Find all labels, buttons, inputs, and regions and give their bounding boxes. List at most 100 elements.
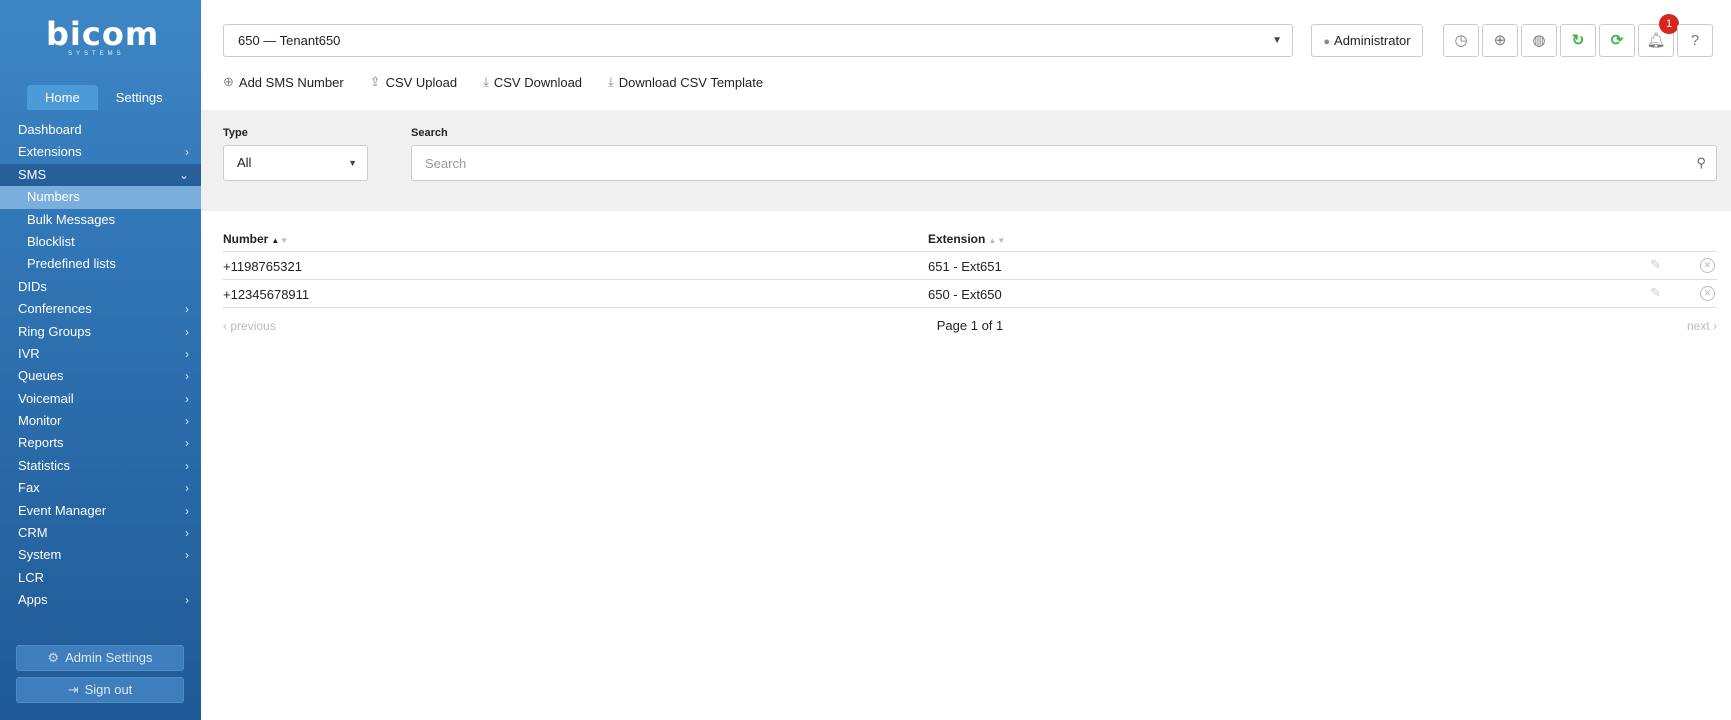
tab-home[interactable]: Home: [27, 85, 98, 110]
chevron-right-icon: ›: [185, 302, 189, 317]
help-icon[interactable]: ?: [1677, 24, 1713, 57]
sidebar-item-dashboard[interactable]: Dashboard: [0, 119, 201, 141]
sign-out-label: Sign out: [84, 682, 133, 697]
user-menu-button[interactable]: ● Administrator: [1311, 24, 1423, 57]
pagination: ‹ previous Page 1 of 1 next ›: [223, 316, 1717, 336]
chevron-right-icon: ›: [185, 481, 189, 496]
edit-icon[interactable]: ✎: [1650, 257, 1661, 273]
sidebar-item-label: Apps: [18, 592, 48, 608]
caret-down-icon: ▼: [348, 158, 357, 168]
user-icon: ●: [1323, 36, 1331, 48]
refresh-icon[interactable]: ↻: [1560, 24, 1596, 57]
add-sms-number-label: Add SMS Number: [238, 74, 344, 90]
sidebar-item-ring-groups[interactable]: Ring Groups ›: [0, 321, 201, 343]
type-select[interactable]: All ▼: [223, 145, 368, 181]
table-header: Number ▲▼ Extension ▲▼: [223, 228, 1717, 252]
chevron-right-icon: ›: [185, 503, 189, 518]
number-cell: +12345678911: [223, 287, 310, 302]
sidebar-item-fax[interactable]: Fax ›: [0, 477, 201, 499]
sidebar-item-numbers[interactable]: Numbers: [0, 186, 201, 209]
sidebar-item-label: Extensions: [18, 144, 82, 160]
sidebar-item-voicemail[interactable]: Voicemail ›: [0, 388, 201, 410]
tab-settings[interactable]: Settings: [98, 85, 181, 110]
column-header-number[interactable]: Number ▲▼: [223, 232, 289, 246]
globe-icon[interactable]: ◍: [1521, 24, 1557, 57]
sidebar-item-label: Fax: [18, 480, 40, 496]
sidebar: bicom SYSTEMS Home Settings Dashboard Ex…: [0, 0, 201, 720]
filter-panel: Type Search All ▼ ⚲: [201, 110, 1731, 211]
column-header-label: Number: [223, 232, 269, 246]
sidebar-item-label: IVR: [18, 345, 40, 361]
sidebar-item-monitor[interactable]: Monitor ›: [0, 410, 201, 432]
sidebar-item-lcr[interactable]: LCR: [0, 567, 201, 589]
main-content: 650 — Tenant650 ▼ ● Administrator ◷ ⊕ ◍ ↻…: [201, 0, 1731, 720]
chevron-right-icon: ›: [185, 369, 189, 384]
sidebar-item-label: Numbers: [27, 189, 80, 205]
extension-cell: 650 - Ext650: [928, 287, 1002, 302]
sign-out-button[interactable]: ⇥ Sign out: [16, 677, 184, 703]
sidebar-item-label: Statistics: [18, 457, 71, 473]
sidebar-item-dids[interactable]: DIDs: [0, 276, 201, 298]
sync-icon[interactable]: ⟳: [1599, 24, 1635, 57]
sidebar-item-event-manager[interactable]: Event Manager ›: [0, 500, 201, 522]
sidebar-item-extensions[interactable]: Extensions ›: [0, 141, 201, 163]
sidebar-item-ivr[interactable]: IVR ›: [0, 343, 201, 365]
sidebar-item-queues[interactable]: Queues ›: [0, 365, 201, 387]
sidebar-item-system[interactable]: System ›: [0, 544, 201, 566]
chevron-right-icon: ›: [185, 324, 189, 339]
lifebuoy-icon[interactable]: ⊕: [1482, 24, 1518, 57]
search-icon[interactable]: ⚲: [1696, 155, 1706, 171]
sidebar-item-conferences[interactable]: Conferences ›: [0, 298, 201, 320]
bicom-logo[interactable]: bicom SYSTEMS: [46, 15, 160, 60]
sidebar-item-predefined-lists[interactable]: Predefined lists: [0, 253, 201, 275]
search-input[interactable]: [412, 146, 1651, 180]
next-page-link[interactable]: next ›: [1687, 319, 1717, 333]
gears-icon: ⚙: [47, 650, 60, 665]
sidebar-item-crm[interactable]: CRM ›: [0, 522, 201, 544]
tenant-select[interactable]: 650 — Tenant650 ▼: [223, 24, 1293, 57]
chevron-right-icon: ›: [185, 436, 189, 451]
add-sms-number-button[interactable]: ⊕ Add SMS Number: [223, 74, 344, 90]
table-row[interactable]: +1198765321 651 - Ext651 ✎ ✕: [223, 252, 1717, 280]
chevron-right-icon: ›: [185, 391, 189, 406]
csv-upload-button[interactable]: ⇪ CSV Upload: [370, 74, 457, 90]
sidebar-item-reports[interactable]: Reports ›: [0, 432, 201, 454]
sidebar-item-apps[interactable]: Apps ›: [0, 589, 201, 611]
sidebar-item-sms[interactable]: SMS ⌄: [0, 163, 201, 187]
sidebar-item-label: System: [18, 547, 62, 563]
sign-out-icon: ⇥: [67, 682, 79, 697]
chevron-right-icon: ›: [185, 346, 189, 361]
chevron-right-icon: ›: [185, 458, 189, 473]
sidebar-item-bulk-messages[interactable]: Bulk Messages: [0, 209, 201, 231]
search-label: Search: [411, 127, 448, 139]
delete-icon[interactable]: ✕: [1700, 258, 1715, 273]
column-header-extension[interactable]: Extension ▲▼: [928, 232, 1006, 246]
plus-circle-icon: ⊕: [223, 74, 234, 89]
sidebar-tabs: Home Settings: [27, 85, 181, 110]
tenant-select-value: 650 — Tenant650: [238, 33, 341, 48]
sidebar-item-label: Queues: [18, 368, 64, 384]
chevron-right-icon: ›: [185, 526, 189, 541]
user-name: Administrator: [1334, 33, 1411, 48]
edit-icon[interactable]: ✎: [1650, 285, 1661, 301]
admin-settings-button[interactable]: ⚙ Admin Settings: [16, 645, 184, 671]
clock-icon[interactable]: ◷: [1443, 24, 1479, 57]
sms-numbers-table: Number ▲▼ Extension ▲▼ +1198765321 651 - E…: [223, 228, 1717, 333]
upload-icon: ⇪: [369, 74, 381, 89]
search-field: ⚲: [411, 145, 1717, 181]
next-label: next: [1686, 319, 1710, 333]
logo-text: bicom: [46, 15, 160, 53]
sidebar-item-blocklist[interactable]: Blocklist: [0, 231, 201, 253]
sidebar-item-label: Predefined lists: [27, 256, 116, 272]
table-row[interactable]: +12345678911 650 - Ext650 ✎ ✕: [223, 280, 1717, 308]
sidebar-item-statistics[interactable]: Statistics ›: [0, 455, 201, 477]
sidebar-item-label: Monitor: [18, 413, 62, 429]
sort-icon: ▲▼: [988, 236, 1007, 245]
sidebar-item-label: SMS: [18, 166, 47, 182]
sort-asc-icon: ▲▼: [271, 236, 290, 245]
delete-icon[interactable]: ✕: [1700, 286, 1715, 301]
sidebar-item-label: DIDs: [18, 278, 47, 294]
download-csv-template-button[interactable]: ⤓ Download CSV Template: [608, 74, 763, 90]
csv-download-button[interactable]: ⤓ CSV Download: [483, 74, 582, 90]
bell-icon[interactable]: 🔔︎ 1: [1638, 14, 1679, 57]
